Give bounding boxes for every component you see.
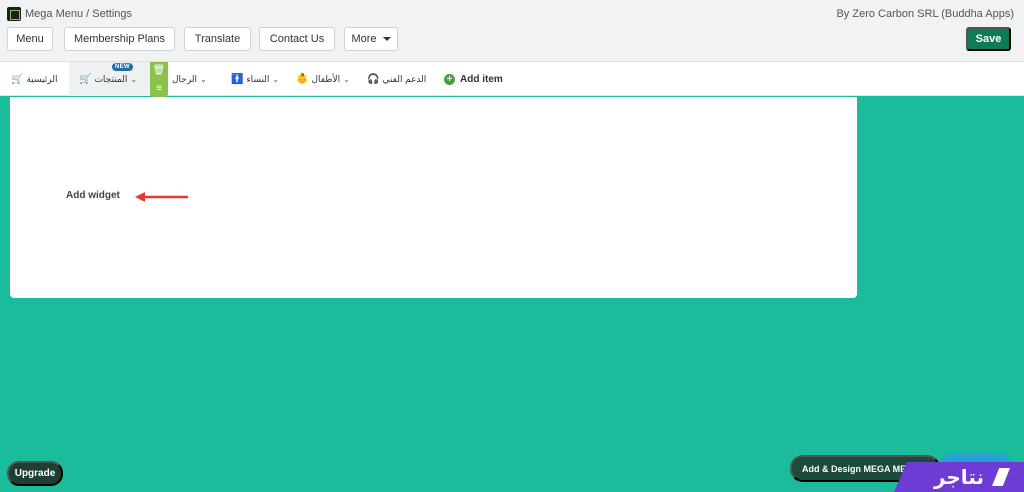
- more-label: More: [351, 33, 377, 45]
- menu-item-label: الرئيسية: [26, 73, 58, 84]
- add-item-button[interactable]: + Add item: [444, 62, 503, 96]
- menu-item-men[interactable]: الرجال ⌄: [172, 62, 207, 96]
- menu-item-home[interactable]: 🛒 الرئيسية: [11, 62, 57, 96]
- plus-circle-icon: +: [444, 73, 455, 85]
- person-icon: 🚹: [231, 73, 244, 85]
- menu-item-women[interactable]: 🚹 النساء ⌄: [231, 62, 279, 96]
- menu-item-label: المنتجات: [94, 73, 128, 84]
- cart-icon: 🛒: [79, 73, 92, 85]
- add-item-label: Add item: [460, 73, 503, 85]
- brand-watermark: نتاجر: [894, 462, 1024, 492]
- caret-down-icon: [382, 37, 391, 41]
- new-badge: NEW: [112, 63, 133, 71]
- item-tool-handle[interactable]: 🗑 ≡: [150, 62, 168, 97]
- menu-item-label: الأطفال: [311, 73, 341, 84]
- translate-button[interactable]: Translate: [184, 27, 251, 51]
- trash-icon[interactable]: 🗑: [153, 65, 166, 76]
- brand-logo-icon: [992, 468, 1010, 486]
- membership-plans-button[interactable]: Membership Plans: [64, 27, 175, 51]
- chevron-down-icon: ⌄: [130, 74, 138, 84]
- menu-item-kids[interactable]: 👶 الأطفال ⌄: [296, 62, 350, 96]
- drag-handle-icon[interactable]: ≡: [156, 83, 162, 94]
- chevron-down-icon: ⌄: [272, 74, 280, 84]
- chevron-down-icon: ⌄: [343, 74, 350, 84]
- child-icon: 👶: [296, 73, 309, 85]
- brand-text: نتاجر: [933, 466, 984, 489]
- menu-item-label: الدعم الفني: [382, 73, 427, 84]
- top-bar: Mega Menu / Settings By Zero Carbon SRL …: [0, 0, 1024, 62]
- menu-button[interactable]: Menu: [7, 27, 53, 51]
- menu-item-label: الرجال: [172, 73, 198, 84]
- save-button[interactable]: Save: [966, 27, 1011, 51]
- contact-us-button[interactable]: Contact Us: [259, 27, 335, 51]
- add-widget-button[interactable]: Add widget: [66, 190, 120, 201]
- vendor-label: By Zero Carbon SRL (Buddha Apps): [836, 8, 1014, 20]
- chevron-down-icon: ⌄: [200, 74, 207, 84]
- app-logo-icon: [7, 7, 21, 21]
- app-title: Mega Menu / Settings: [25, 8, 133, 20]
- menu-item-support[interactable]: 🎧 الدعم الفني: [367, 62, 426, 96]
- menu-item-label: النساء: [246, 73, 270, 84]
- headset-icon: 🎧: [367, 73, 380, 85]
- cart-icon: 🛒: [11, 73, 24, 85]
- upgrade-button[interactable]: Upgrade: [7, 461, 63, 486]
- more-dropdown-button[interactable]: More: [344, 27, 398, 51]
- menu-item-products[interactable]: 🛒 المنتجات ⌄: [69, 62, 151, 96]
- arrow-left-icon: [135, 192, 189, 202]
